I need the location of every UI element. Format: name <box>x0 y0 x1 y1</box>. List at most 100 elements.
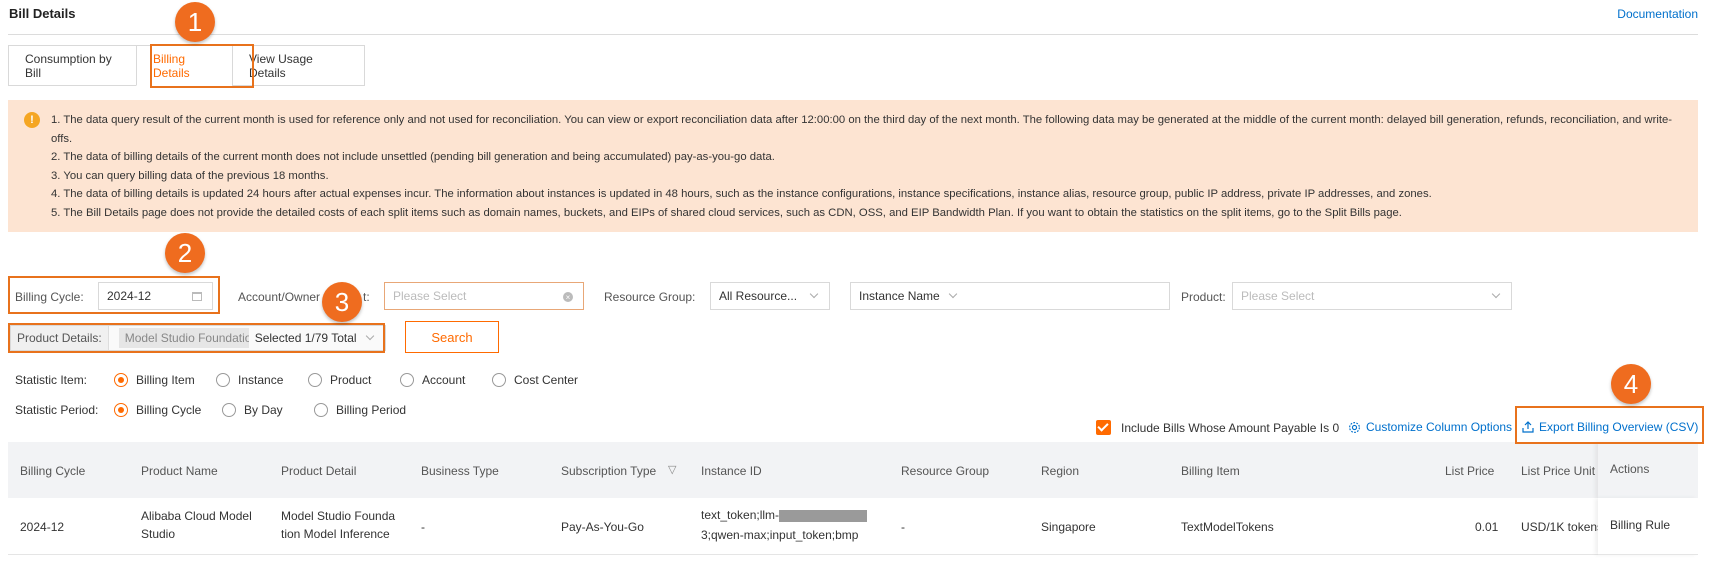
column-header[interactable]: Instance ID <box>701 464 762 478</box>
radio-by-day[interactable]: By Day <box>222 403 283 417</box>
product-details-field[interactable]: Product Details: Model Studio Foundatio … <box>10 325 386 351</box>
radio-icon <box>222 403 236 417</box>
include-zero-toggle[interactable]: Include Bills Whose Amount Payable Is 0 <box>1096 420 1339 435</box>
radio-account[interactable]: Account <box>400 373 465 387</box>
radio-instance[interactable]: Instance <box>216 373 283 387</box>
product-select[interactable]: Please Select <box>1232 282 1512 310</box>
cell-subscription-type: Pay-As-You-Go <box>561 520 644 534</box>
step-badge: 2 <box>165 233 205 273</box>
notice-banner: ! 1. The data query result of the curren… <box>8 100 1698 232</box>
export-csv-button[interactable]: Export Billing Overview (CSV) <box>1522 420 1698 434</box>
cell-region: Singapore <box>1041 520 1096 534</box>
cell-instance-id: 3;qwen-max;input_token;bmp <box>701 528 859 542</box>
column-header[interactable]: Billing Item <box>1181 464 1240 478</box>
billing-cycle-label: Billing Cycle: <box>15 290 84 304</box>
radio-selected-icon <box>114 373 128 387</box>
cell-instance-id: text_token;llm- <box>701 508 868 522</box>
radio-product[interactable]: Product <box>308 373 371 387</box>
resource-group-label: Resource Group: <box>604 290 696 304</box>
column-header[interactable]: Resource Group <box>901 464 989 478</box>
step-badge: 3 <box>322 282 362 322</box>
radio-icon <box>314 403 328 417</box>
radio-billing-cycle[interactable]: Billing Cycle <box>114 403 201 417</box>
notice-line: 5. The Bill Details page does not provid… <box>51 206 1402 219</box>
tab-consumption-by-bill[interactable]: Consumption by Bill <box>8 45 136 86</box>
statistic-period-label: Statistic Period: <box>15 403 99 417</box>
billing-cycle-picker[interactable]: 2024-12 <box>98 282 213 310</box>
notice-line: 2. The data of billing details of the cu… <box>51 151 775 163</box>
radio-label: Product <box>330 373 372 387</box>
column-header[interactable]: List Price <box>1445 464 1494 478</box>
cell-billing-cycle: 2024-12 <box>20 520 65 534</box>
radio-label: Billing Period <box>336 403 407 417</box>
cell-product-name: Alibaba Cloud Model <box>141 509 252 523</box>
radio-icon <box>492 373 506 387</box>
redacted-mask <box>779 509 868 522</box>
radio-selected-icon <box>114 403 128 417</box>
account-select[interactable]: Please Select × <box>384 282 584 310</box>
resource-group-select[interactable]: All Resource... <box>710 282 830 310</box>
customize-columns-link[interactable]: Customize Column Options <box>1348 420 1512 434</box>
documentation-link[interactable]: Documentation <box>1617 7 1698 21</box>
tab-view-usage-details[interactable]: View Usage Details <box>232 45 365 86</box>
statistic-item-label: Statistic Item: <box>15 373 88 387</box>
radio-icon <box>308 373 322 387</box>
column-header[interactable]: Business Type <box>421 464 499 478</box>
product-label: Product: <box>1181 290 1226 304</box>
cell-product-detail: tion Model Inference <box>281 527 390 541</box>
notice-line: 3. You can query billing data of the pre… <box>51 169 329 182</box>
chevron-down-icon <box>948 289 957 299</box>
radio-label: Cost Center <box>514 373 579 387</box>
cell-list-price-unit: USD/1K tokens <box>1521 520 1604 534</box>
notice-line: 4. The data of billing details is update… <box>51 188 1432 200</box>
column-header[interactable]: Billing Cycle <box>20 464 85 478</box>
page-title: Bill Details <box>9 6 76 21</box>
radio-label: Billing Cycle <box>136 403 202 417</box>
product-tag: Model Studio Foundatio <box>118 328 249 348</box>
resource-group-value: All Resource... <box>719 289 798 303</box>
chevron-down-icon <box>809 289 819 299</box>
radio-label: By Day <box>244 403 283 417</box>
column-header[interactable]: Region <box>1041 464 1079 478</box>
cell-resource-group: - <box>901 520 905 534</box>
checkbox-checked-icon[interactable] <box>1096 420 1111 435</box>
instance-id-text: text_token;llm- <box>701 508 780 522</box>
filter-icon[interactable]: ▽ <box>668 463 676 476</box>
tab-bar: Consumption by Bill Billing Details View… <box>8 45 365 86</box>
table-row: 2024-12 Alibaba Cloud Model Studio Model… <box>8 498 1698 555</box>
cell-product-name: Studio <box>141 527 176 541</box>
actions-column-header: Actions <box>1598 442 1698 498</box>
radio-billing-item[interactable]: Billing Item <box>114 373 195 387</box>
cell-billing-item: TextModelTokens <box>1181 520 1274 534</box>
radio-label: Billing Item <box>136 373 195 387</box>
radio-label: Account <box>422 373 466 387</box>
radio-cost-center[interactable]: Cost Center <box>492 373 578 387</box>
step-badge: 4 <box>1611 364 1651 404</box>
gear-icon <box>1349 421 1360 433</box>
account-placeholder: Please Select <box>393 289 467 303</box>
header-divider <box>8 34 1698 35</box>
customize-columns-label: Customize Column Options <box>1366 420 1513 434</box>
actions-cell: Billing Rule <box>1598 498 1698 555</box>
radio-label: Instance <box>238 373 284 387</box>
chevron-down-icon <box>1491 289 1501 299</box>
column-header: Actions <box>1610 462 1650 476</box>
clear-icon[interactable]: × <box>563 292 573 302</box>
radio-icon <box>400 373 414 387</box>
cell-business-type: - <box>421 520 425 534</box>
column-header[interactable]: Product Name <box>141 464 218 478</box>
account-label-tail: t: <box>363 290 370 304</box>
instance-search-input[interactable]: Instance Name <box>850 282 1170 310</box>
search-button[interactable]: Search <box>405 321 499 353</box>
radio-icon <box>216 373 230 387</box>
billing-rule-link[interactable]: Billing Rule <box>1610 518 1670 532</box>
account-label: Account/Owner <box>238 290 321 304</box>
column-header[interactable]: List Price Unit <box>1521 464 1595 478</box>
column-header[interactable]: Product Detail <box>281 464 356 478</box>
notice-line: 1. The data query result of the current … <box>51 114 1673 145</box>
column-header[interactable]: Subscription Type <box>561 464 656 478</box>
instance-name-select[interactable]: Instance Name <box>859 289 940 303</box>
radio-billing-period[interactable]: Billing Period <box>314 403 406 417</box>
export-icon <box>1522 421 1534 433</box>
tab-billing-details[interactable]: Billing Details <box>136 45 232 86</box>
